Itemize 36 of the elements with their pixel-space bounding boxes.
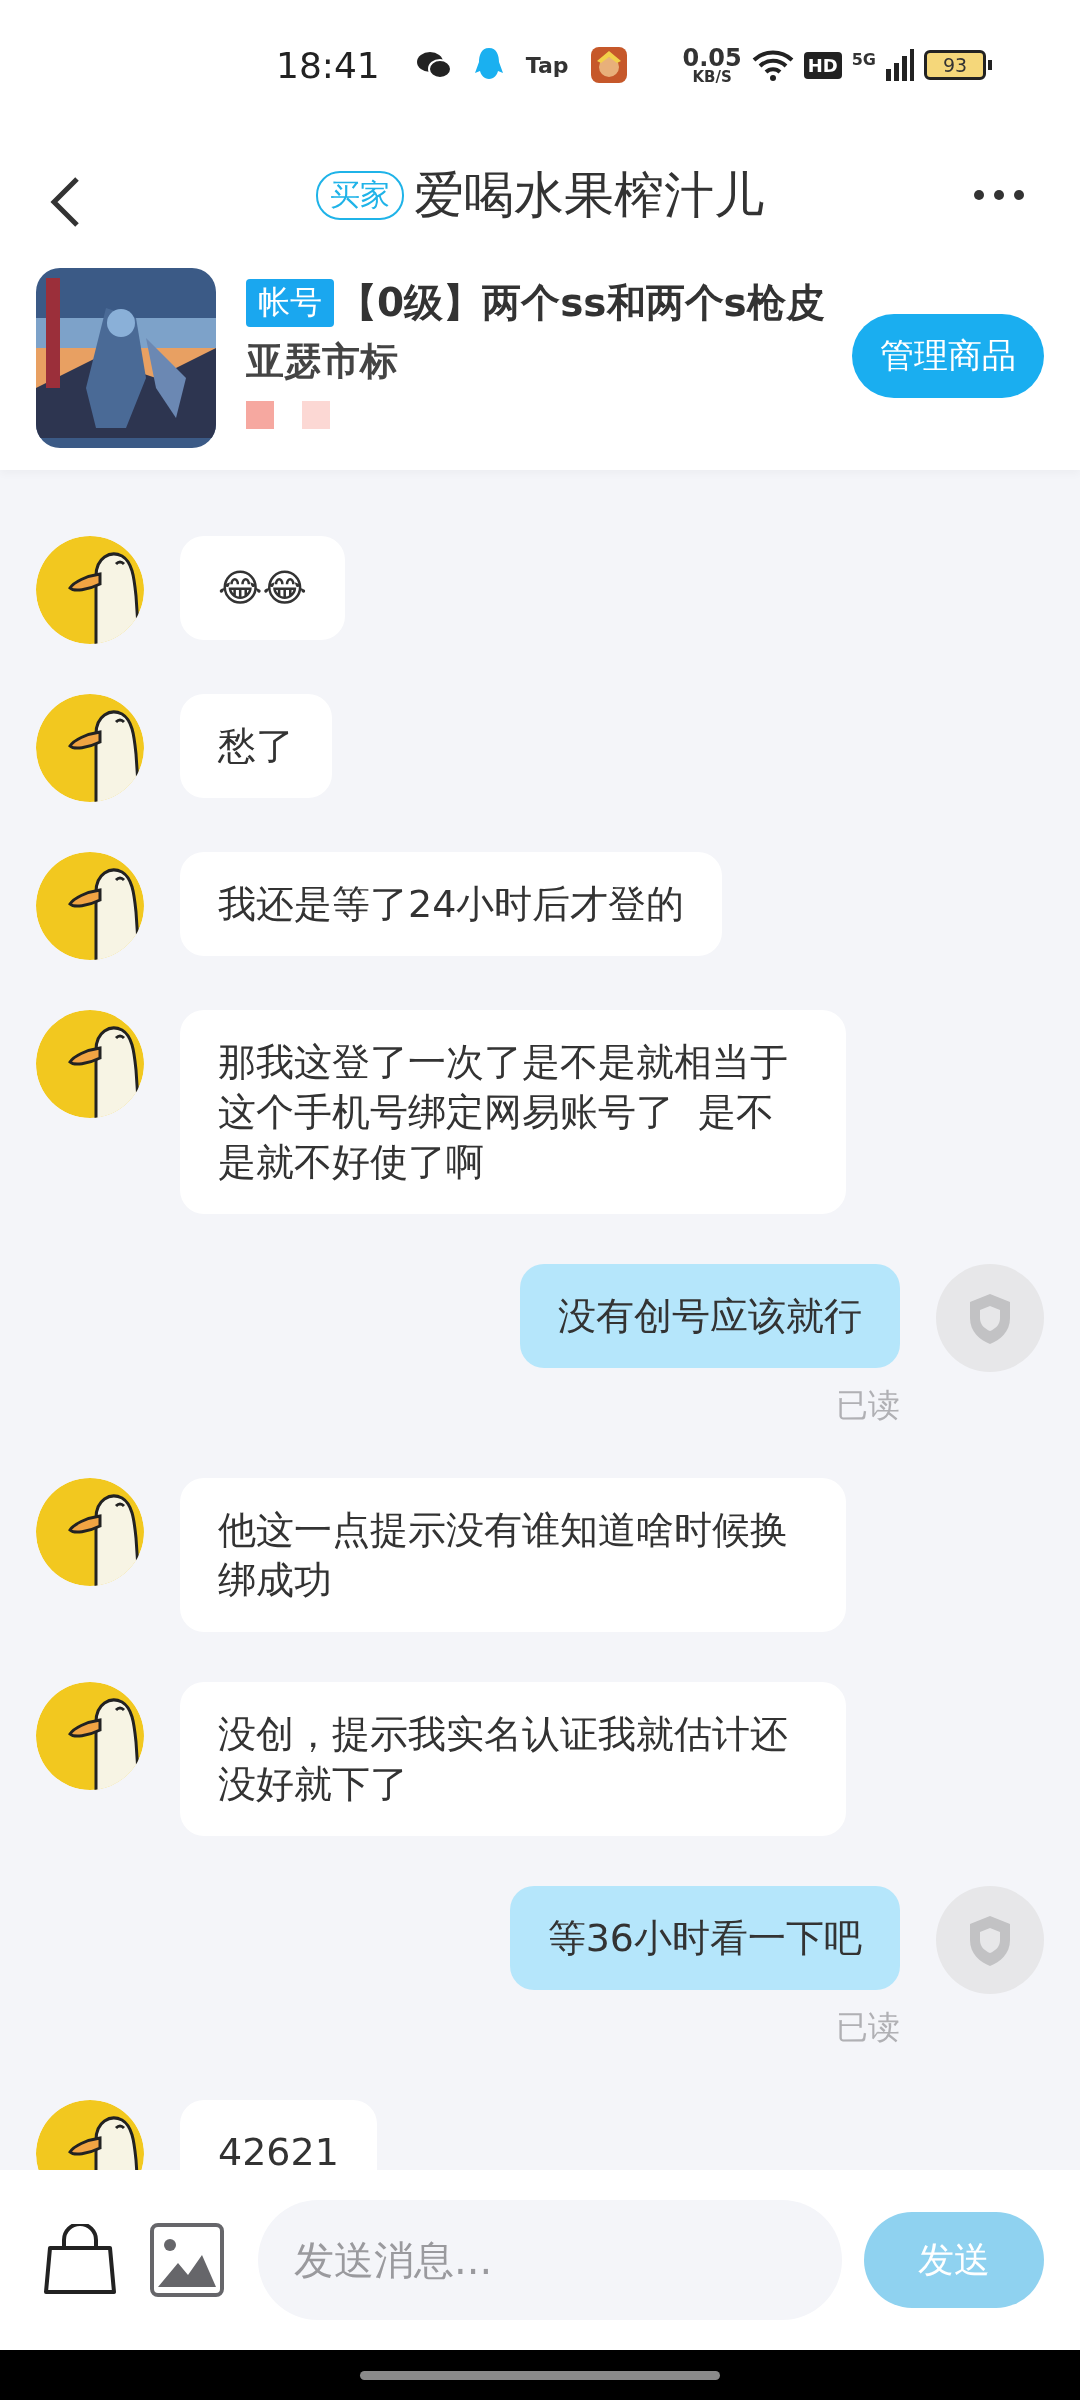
network-type: 5G: [851, 49, 876, 69]
speed-unit: KB/S: [692, 69, 732, 85]
more-icon[interactable]: [974, 190, 1024, 200]
color-swatch: [302, 401, 330, 429]
battery-level: 93: [924, 50, 986, 80]
message-field[interactable]: 发送消息...: [258, 2200, 842, 2320]
chat-bubbles-icon: [415, 50, 452, 80]
message-bubble: 等36小时看一下吧: [509, 1886, 900, 1990]
home-indicator[interactable]: [360, 2370, 720, 2380]
message-bubble: 那我这登了一次了是不是就相当于这个手机号绑定网易账号了 是不是就不好使了啊: [180, 1010, 846, 1214]
category-tag: 帐号: [246, 279, 334, 327]
product-title: 【0级】两个ss和两个s枪皮: [338, 279, 825, 327]
read-status: 已读: [836, 1385, 900, 1426]
read-status: 已读: [836, 2007, 900, 2048]
message-bubble: 愁了: [180, 694, 332, 798]
message-bubble: 😂😂: [180, 536, 345, 640]
chat-title: 爱喝水果榨汁儿: [414, 164, 764, 226]
wifi-icon: [751, 48, 794, 82]
back-icon[interactable]: [50, 176, 80, 228]
app-label: Tap: [525, 52, 569, 78]
color-swatch: [246, 401, 274, 429]
manage-product-button[interactable]: 管理商品: [852, 314, 1044, 398]
app-icon: [590, 47, 627, 83]
message-bubble: 42621: [180, 2100, 377, 2170]
message-bubble: 没创，提示我实名认证我就估计还没好就下了: [180, 1682, 846, 1836]
role-badge: 买家: [316, 170, 404, 220]
shopping-bag-icon[interactable]: [42, 2224, 118, 2296]
signal-icon: [886, 49, 914, 81]
message-bubble: 他这一点提示没有谁知道啥时候换绑成功: [180, 1478, 846, 1632]
product-subtitle: 亚瑟市标: [246, 338, 399, 385]
network-speed: 0.05: [682, 45, 742, 70]
clock: 18:41: [276, 44, 380, 86]
hd-badge: HD: [803, 51, 842, 79]
message-bubble: 没有创号应该就行: [520, 1264, 900, 1368]
image-icon[interactable]: [150, 2223, 224, 2297]
message-bubble: 我还是等了24小时后才登的: [180, 852, 723, 956]
